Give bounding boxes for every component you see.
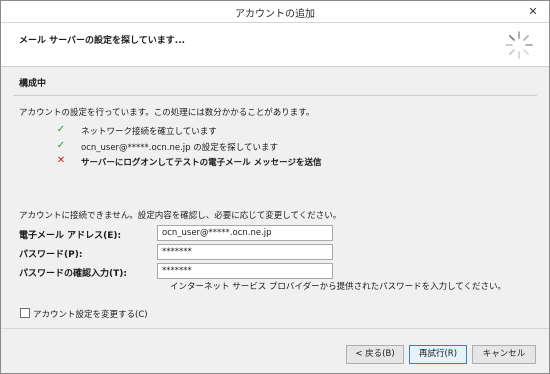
section-divider	[13, 95, 537, 96]
step-label: サーバーにログオンしてテストの電子メール メッセージを送信	[81, 158, 322, 168]
title-bar: アカウントの追加 ✕	[1, 1, 549, 23]
busy-spinner-icon	[505, 31, 533, 59]
error-x-icon: ✕	[56, 155, 66, 166]
password-field[interactable]	[157, 244, 333, 260]
close-icon[interactable]: ✕	[525, 4, 541, 19]
add-account-dialog: アカウントの追加 ✕ メール サーバーの設定を探しています... 構成中 アカウ…	[0, 0, 550, 374]
check-icon: ✓	[56, 124, 66, 135]
intro-text: アカウントの設定を行っています。この処理には数分かかることがあります。	[19, 108, 315, 118]
button-bar: < 戻る(B) 再試行(R) キャンセル	[1, 328, 549, 373]
dialog-header: メール サーバーの設定を探しています...	[1, 23, 549, 67]
password-hint: インターネット サービス プロバイダーから提供されたパスワードを入力してください…	[170, 282, 507, 292]
confirm-password-field[interactable]	[157, 263, 333, 279]
checkbox-label[interactable]: アカウント設定を変更する(C)	[33, 308, 148, 320]
back-button[interactable]: < 戻る(B)	[346, 345, 404, 364]
step-label: ネットワーク接続を確立しています	[81, 127, 217, 137]
section-title: 構成中	[19, 79, 47, 89]
error-message: アカウントに接続できません。設定内容を確認し、必要に応じて変更してください。	[19, 211, 342, 221]
checkbox-box[interactable]	[20, 308, 30, 318]
email-label: 電子メール アドレス(E):	[19, 231, 122, 241]
header-heading: メール サーバーの設定を探しています...	[19, 36, 186, 46]
dialog-content: 構成中 アカウントの設定を行っています。この処理には数分かかることがあります。 …	[1, 68, 549, 328]
retry-button[interactable]: 再試行(R)	[409, 345, 467, 364]
window-title: アカウントの追加	[235, 9, 315, 20]
email-field[interactable]	[157, 225, 333, 241]
cancel-button[interactable]: キャンセル	[472, 345, 536, 364]
step-label: ocn_user@*****.ocn.ne.jp の設定を探しています	[81, 143, 278, 153]
password-label: パスワード(P):	[19, 250, 83, 260]
check-icon: ✓	[56, 140, 66, 151]
confirm-password-label: パスワードの確認入力(T):	[19, 269, 127, 279]
